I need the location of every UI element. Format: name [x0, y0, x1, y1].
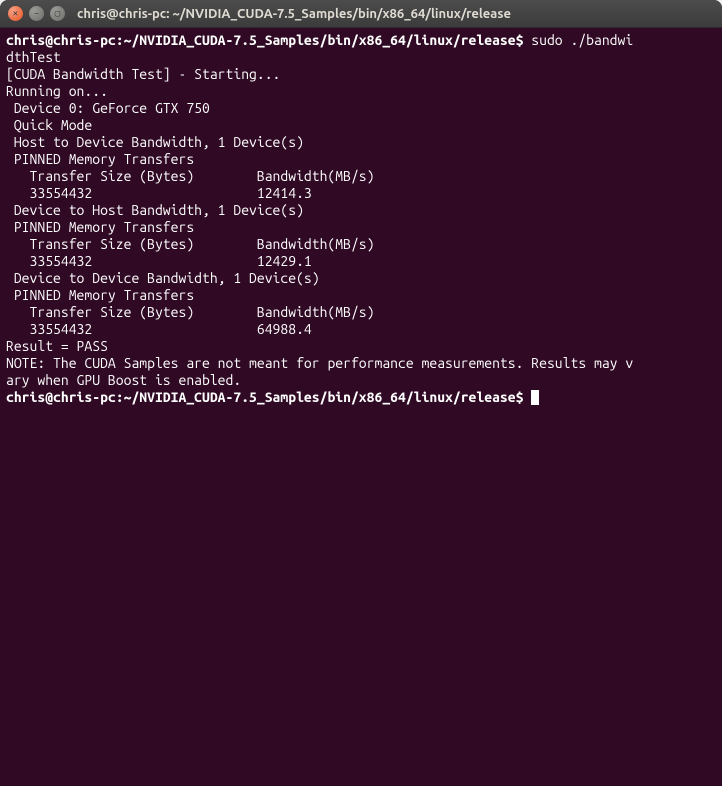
- terminal-line: Result = PASS: [6, 338, 716, 355]
- terminal-line: ary when GPU Boost is enabled.: [6, 372, 716, 389]
- terminal-line: PINNED Memory Transfers: [6, 219, 716, 236]
- terminal-line: Device 0: GeForce GTX 750: [6, 100, 716, 117]
- terminal-line: dthTest: [6, 49, 716, 66]
- terminal-line: 33554432 64988.4: [6, 321, 716, 338]
- terminal-line: Quick Mode: [6, 117, 716, 134]
- terminal-window: ✕ − ▢ chris@chris-pc: ~/NVIDIA_CUDA-7.5_…: [0, 0, 722, 786]
- minimize-icon[interactable]: −: [29, 6, 44, 21]
- window-controls: ✕ − ▢: [8, 6, 65, 21]
- prompt: chris@chris-pc:~/NVIDIA_CUDA-7.5_Samples…: [6, 389, 531, 405]
- terminal-line: NOTE: The CUDA Samples are not meant for…: [6, 355, 716, 372]
- prompt: chris@chris-pc:~/NVIDIA_CUDA-7.5_Samples…: [6, 32, 531, 48]
- terminal-line: Transfer Size (Bytes) Bandwidth(MB/s): [6, 236, 716, 253]
- command-text: dthTest: [6, 49, 61, 65]
- terminal-line: chris@chris-pc:~/NVIDIA_CUDA-7.5_Samples…: [6, 32, 716, 49]
- window-title: chris@chris-pc: ~/NVIDIA_CUDA-7.5_Sample…: [77, 7, 511, 21]
- terminal-line: [CUDA Bandwidth Test] - Starting...: [6, 66, 716, 83]
- terminal-body[interactable]: chris@chris-pc:~/NVIDIA_CUDA-7.5_Samples…: [0, 28, 722, 786]
- close-icon[interactable]: ✕: [8, 6, 23, 21]
- maximize-icon[interactable]: ▢: [50, 6, 65, 21]
- terminal-line: PINNED Memory Transfers: [6, 151, 716, 168]
- terminal-line: Transfer Size (Bytes) Bandwidth(MB/s): [6, 168, 716, 185]
- terminal-line: chris@chris-pc:~/NVIDIA_CUDA-7.5_Samples…: [6, 389, 716, 406]
- command-text: sudo ./bandwi: [531, 32, 633, 48]
- terminal-line: 33554432 12414.3: [6, 185, 716, 202]
- terminal-line: Running on...: [6, 83, 716, 100]
- terminal-line: Transfer Size (Bytes) Bandwidth(MB/s): [6, 304, 716, 321]
- titlebar[interactable]: ✕ − ▢ chris@chris-pc: ~/NVIDIA_CUDA-7.5_…: [0, 0, 722, 28]
- terminal-line: Device to Device Bandwidth, 1 Device(s): [6, 270, 716, 287]
- terminal-line: Device to Host Bandwidth, 1 Device(s): [6, 202, 716, 219]
- terminal-line: PINNED Memory Transfers: [6, 287, 716, 304]
- terminal-line: Host to Device Bandwidth, 1 Device(s): [6, 134, 716, 151]
- cursor-icon: [531, 390, 539, 405]
- terminal-line: 33554432 12429.1: [6, 253, 716, 270]
